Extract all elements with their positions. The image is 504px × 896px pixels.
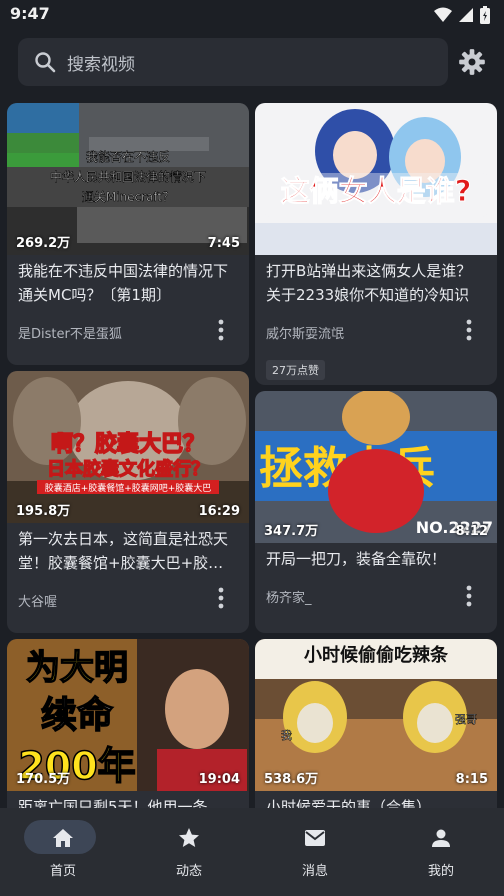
nav-label: 首页 (49, 864, 76, 879)
video-card[interactable]: 拯救大兵 NO.2227 347.7万 8:12 开局一把刀，装备全靠砍！ 杨齐… (255, 391, 497, 633)
nav-label: 我的 (427, 864, 454, 879)
video-title[interactable]: 第一次去日本，这简直是社恐天堂！胶囊餐馆+胶囊大巴+胶囊网吧 (18, 527, 236, 575)
status-bar: 9:47 (0, 0, 504, 30)
nav-item-messages[interactable]: 消息 (252, 808, 378, 896)
search-placeholder: 搜索视频 (67, 54, 135, 75)
view-count: 170.5万 (16, 772, 71, 787)
thumb-caption: 我能否在不违反 (86, 150, 170, 164)
nav-item-profile[interactable]: 我的 (378, 808, 504, 896)
view-count: 269.2万 (16, 236, 71, 251)
thumb-caption: 胶囊酒店+胶囊餐馆+胶囊网吧+胶囊大巴 (45, 482, 212, 494)
thumb-caption: 啊？胶囊大巴？ (51, 431, 205, 457)
video-thumbnail[interactable]: 啊？胶囊大巴？ 日本胶囊文化盛行？ 胶囊酒店+胶囊餐馆+胶囊网吧+胶囊大巴 19… (7, 371, 249, 523)
likes-badge: 27万点赞 (266, 360, 325, 380)
thumb-caption: 这俩女人是谁? (281, 174, 472, 208)
bottom-navigation: 首页 动态 消息 我的 (0, 808, 504, 896)
view-count: 195.8万 (16, 504, 71, 519)
video-author[interactable]: 大谷喔 (18, 591, 57, 610)
video-card[interactable]: 这俩女人是谁? 打开B站弹出来这俩女人是谁？关于2233娘你不知道的冷知识 威尔… (255, 103, 497, 385)
signal-icon (459, 8, 473, 22)
view-count: 538.6万 (264, 772, 319, 787)
more-options-icon[interactable] (465, 585, 473, 607)
more-options-icon[interactable] (217, 587, 225, 609)
person-icon (432, 829, 450, 847)
thumb-caption: 强哥 (455, 713, 477, 726)
video-duration: 8:15 (455, 772, 488, 787)
video-title[interactable]: 我能在不违反中国法律的情况下通关MC吗？〔第1期〕 (18, 259, 236, 307)
thumb-caption: 中华人民共和国法律的情况下 (50, 169, 206, 184)
video-title[interactable]: 距离亡国只剩5天！他用一条 (18, 795, 236, 808)
search-icon (35, 52, 56, 73)
video-title[interactable]: 小时候爱干的事（合集） (266, 795, 484, 808)
nav-label: 消息 (301, 864, 328, 879)
more-options-icon[interactable] (217, 319, 225, 341)
video-thumbnail[interactable]: 拯救大兵 NO.2227 347.7万 8:12 (255, 391, 497, 543)
video-card[interactable]: 为大明 续命 200年 170.5万 19:04 距离亡国只剩5天！他用一条 (7, 639, 249, 808)
thumb-caption: 通关Minecraft？ (82, 190, 174, 204)
video-duration: 19:04 (198, 772, 240, 787)
video-thumbnail[interactable]: 为大明 续命 200年 170.5万 19:04 (7, 639, 249, 791)
video-title[interactable]: 打开B站弹出来这俩女人是谁？关于2233娘你不知道的冷知识 (266, 259, 484, 307)
nav-item-home[interactable]: 首页 (0, 808, 126, 896)
settings-gear-icon[interactable] (458, 48, 486, 76)
wifi-icon (434, 7, 452, 22)
thumb-caption: 我 (281, 729, 292, 742)
video-duration: 8:12 (455, 524, 488, 539)
battery-icon (480, 6, 490, 24)
video-thumbnail[interactable]: 我能否在不违反 中华人民共和国法律的情况下 通关Minecraft？ 269.2… (7, 103, 249, 255)
view-count: 347.7万 (264, 524, 319, 539)
video-author[interactable]: 威尔斯耍流氓 (266, 323, 344, 342)
video-card[interactable]: 我能否在不违反 中华人民共和国法律的情况下 通关Minecraft？ 269.2… (7, 103, 249, 365)
video-thumbnail[interactable]: 这俩女人是谁? (255, 103, 497, 255)
thumb-caption: 续命 (41, 694, 113, 736)
nav-item-activity[interactable]: 动态 (126, 808, 252, 896)
thumb-caption: 日本胶囊文化盛行？ (47, 458, 209, 480)
thumb-caption: 小时候偷偷吃辣条 (304, 644, 449, 666)
star-icon (179, 828, 199, 847)
nav-label: 动态 (175, 864, 202, 879)
status-icons (434, 6, 490, 24)
video-card[interactable]: 啊？胶囊大巴？ 日本胶囊文化盛行？ 胶囊酒店+胶囊餐馆+胶囊网吧+胶囊大巴 19… (7, 371, 249, 633)
more-options-icon[interactable] (465, 319, 473, 341)
video-duration: 7:45 (207, 236, 240, 251)
video-title[interactable]: 开局一把刀，装备全靠砍！ (266, 547, 484, 571)
video-thumbnail[interactable]: 小时候偷偷吃辣条 我 强哥 538.6万 8:15 (255, 639, 497, 791)
mail-icon (305, 830, 325, 846)
video-feed[interactable]: 我能否在不违反 中华人民共和国法律的情况下 通关Minecraft？ 269.2… (0, 100, 504, 808)
search-bar[interactable]: 搜索视频 (18, 38, 448, 86)
status-time: 9:47 (10, 4, 50, 23)
video-duration: 16:29 (198, 504, 240, 519)
home-icon (53, 829, 73, 847)
thumb-caption: 为大明 (26, 648, 128, 688)
video-author[interactable]: 是Dister不是蛋狐 (18, 323, 122, 342)
video-author[interactable]: 杨齐家_ (266, 587, 312, 606)
video-card[interactable]: 小时候偷偷吃辣条 我 强哥 538.6万 8:15 小时候爱干的事（合集） (255, 639, 497, 808)
